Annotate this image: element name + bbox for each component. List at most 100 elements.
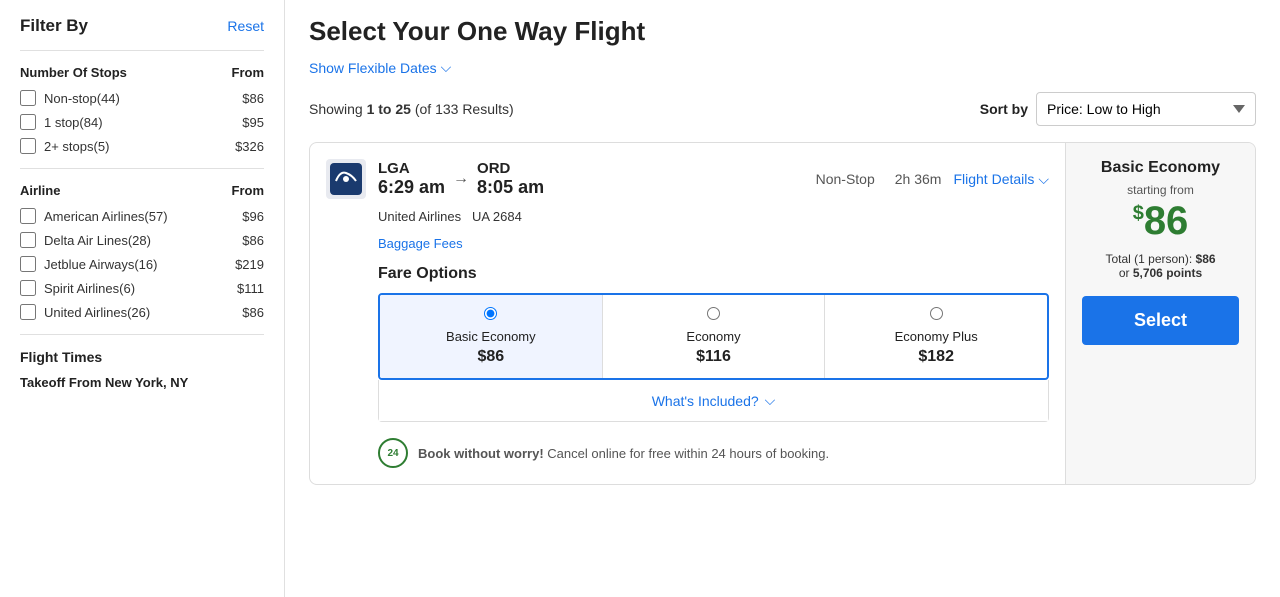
whats-included-chevron-icon: ⌵ [765,392,776,409]
results-range: 1 to 25 [367,101,411,117]
flight-meta: Non-Stop 2h 36m [816,171,942,187]
fare-name-2: Economy Plus [833,329,1039,344]
reset-link[interactable]: Reset [227,18,264,34]
results-sort-row: Showing 1 to 25 (of 133 Results) Sort by… [309,92,1256,126]
fare-radio-input-0[interactable] [484,307,497,320]
flight-number: UA 2684 [472,209,522,224]
airline-option-2[interactable]: Jetblue Airways(16) $219 [20,256,264,272]
airline-checkbox-4[interactable] [20,304,36,320]
airline-checkbox-3[interactable] [20,280,36,296]
arrival-info: ORD 8:05 am [477,160,544,198]
divider-2 [20,168,264,169]
filter-header: Filter By Reset [20,16,264,36]
airline-name-0: American Airlines(57) [44,209,242,224]
airline-checkbox-1[interactable] [20,232,36,248]
price-symbol: $ [1133,203,1144,225]
flexible-dates-chevron-icon: ⌵ [441,59,452,76]
fare-options-label: Fare Options [378,265,1049,283]
fare-option-2[interactable]: Economy Plus $182 [825,295,1047,378]
filter-title: Filter By [20,16,88,36]
airline-checkbox-0[interactable] [20,208,36,224]
airline-option-3[interactable]: Spirit Airlines(6) $111 [20,280,264,296]
price-main: 86 [1144,199,1189,243]
flexible-dates-label: Show Flexible Dates [309,60,437,76]
stop-label-1: 1 stop(84) [44,115,242,130]
airline-option-0[interactable]: American Airlines(57) $96 [20,208,264,224]
fare-option-0[interactable]: Basic Economy $86 [380,295,603,378]
worry-free-text: Cancel online for free within 24 hours o… [544,446,829,461]
stop-option-1[interactable]: 1 stop(84) $95 [20,114,264,130]
airline-price-2: $219 [235,257,264,272]
flight-details-chevron-icon: ⌵ [1038,171,1049,188]
worry-free-bold: Book without worry! [418,446,544,461]
right-panel: Basic Economy starting from $86 Total (1… [1065,143,1255,484]
airline-checkbox-2[interactable] [20,256,36,272]
stop-option-0[interactable]: Non-stop(44) $86 [20,90,264,106]
fare-radio-1[interactable] [611,307,817,323]
flight-details-link[interactable]: Flight Details ⌵ [953,171,1049,188]
fare-radio-2[interactable] [833,307,1039,323]
airline-name-2: Jetblue Airways(16) [44,257,235,272]
select-button[interactable]: Select [1082,296,1239,345]
fare-radio-0[interactable] [388,307,594,323]
airline-option-4[interactable]: United Airlines(26) $86 [20,304,264,320]
stop-checkbox-1[interactable] [20,114,36,130]
divider-3 [20,334,264,335]
stop-label-2: 2+ stops(5) [44,139,235,154]
baggage-fees-link[interactable]: Baggage Fees [378,236,1049,251]
stop-price-0: $86 [242,91,264,106]
stop-option-2[interactable]: 2+ stops(5) $326 [20,138,264,154]
airline-info-row: United Airlines UA 2684 [378,209,1049,224]
total-label: Total (1 person): [1105,252,1192,266]
worry-free-row: 24 Book without worry! Cancel online for… [378,438,1049,468]
fare-radio-input-2[interactable] [930,307,943,320]
or-text: or [1119,266,1133,280]
airline-name-4: United Airlines(26) [44,305,242,320]
sort-row: Sort by Price: Low to High Price: High t… [980,92,1256,126]
page-title: Select Your One Way Flight [309,16,1256,47]
stops-label: Number Of Stops [20,65,127,80]
worry-icon-text: 24 [387,448,398,459]
flight-route: LGA 6:29 am → ORD 8:05 am [378,160,544,198]
stop-checkbox-2[interactable] [20,138,36,154]
airline-section-header: Airline From [20,183,264,198]
departure-time: 6:29 am [378,177,445,198]
sort-select[interactable]: Price: Low to High Price: High to Low Du… [1036,92,1256,126]
airline-name-1: Delta Air Lines(28) [44,233,242,248]
stop-checkbox-0[interactable] [20,90,36,106]
united-airlines-logo-icon [330,163,362,195]
fare-options-grid: Basic Economy $86 Economy $116 [378,293,1049,380]
airline-logo [326,159,366,199]
main-content: Select Your One Way Flight Show Flexible… [285,0,1280,597]
worry-free-text-container: Book without worry! Cancel online for fr… [418,446,829,461]
total-text: Total (1 person): $86 or 5,706 points [1105,252,1215,280]
starting-from-label: starting from [1127,183,1194,197]
airline-name-3: Spirit Airlines(6) [44,281,237,296]
airline-name: United Airlines [378,209,461,224]
worry-free-icon: 24 [378,438,408,468]
airline-option-1[interactable]: Delta Air Lines(28) $86 [20,232,264,248]
stop-type: Non-Stop [816,171,875,187]
stop-price-2: $326 [235,139,264,154]
sort-label: Sort by [980,101,1028,117]
airline-from-label: From [232,183,265,198]
whats-included-row: What's Included? ⌵ [378,380,1049,422]
stop-label-0: Non-stop(44) [44,91,242,106]
airline-price-0: $96 [242,209,264,224]
airline-label: Airline [20,183,60,198]
whats-included-label: What's Included? [652,393,759,409]
whats-included-button[interactable]: What's Included? ⌵ [379,380,1048,421]
fare-options-container: Fare Options Basic Economy $86 [378,265,1049,422]
departure-code: LGA [378,160,445,177]
fare-name-0: Basic Economy [388,329,594,344]
flight-duration: 2h 36m [895,171,942,187]
fare-price-0: $86 [388,348,594,366]
route-arrow-icon: → [453,170,469,188]
fare-price-2: $182 [833,348,1039,366]
airline-price-1: $86 [242,233,264,248]
flight-times-title: Flight Times [20,349,264,365]
airline-price-3: $111 [237,281,264,296]
fare-option-1[interactable]: Economy $116 [603,295,826,378]
fare-radio-input-1[interactable] [707,307,720,320]
flexible-dates-button[interactable]: Show Flexible Dates ⌵ [309,59,1256,76]
